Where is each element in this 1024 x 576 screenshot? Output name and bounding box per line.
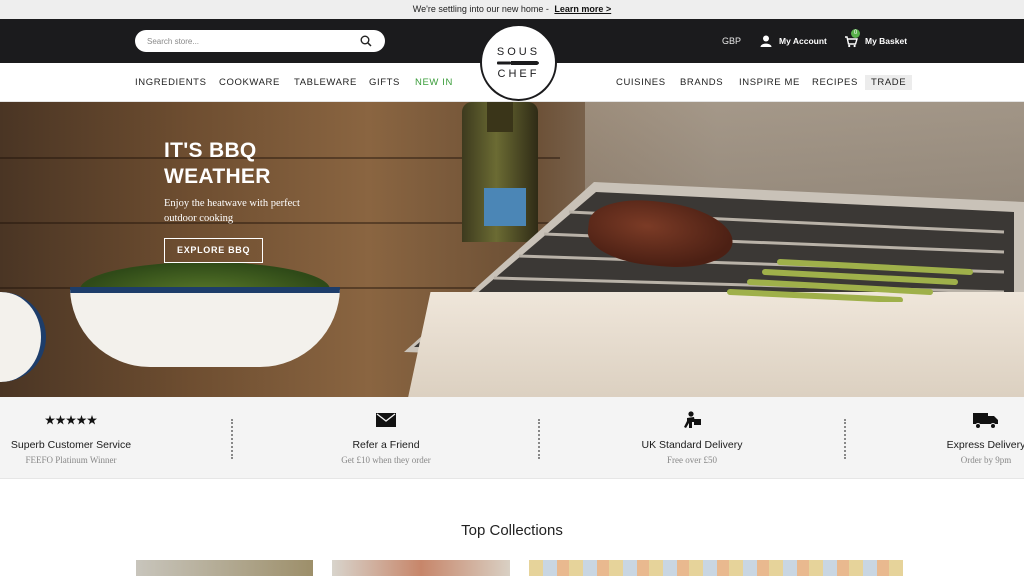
collection-tile[interactable] [332, 560, 510, 576]
nav-ingredients[interactable]: INGREDIENTS [135, 77, 207, 88]
currency-selector[interactable]: GBP [722, 36, 741, 46]
basket-count-badge: 0 [851, 29, 860, 38]
side-bowl-image [0, 292, 46, 382]
five-stars-icon [45, 415, 97, 425]
usp-subtitle: Get £10 when they order [341, 455, 431, 465]
my-account-label: My Account [779, 36, 827, 46]
usp-title: Superb Customer Service [10, 439, 132, 451]
my-account-link[interactable]: My Account [760, 33, 827, 49]
nav-brands[interactable]: BRANDS [680, 77, 723, 88]
nav-new-in[interactable]: NEW IN [415, 77, 453, 88]
collection-tile[interactable] [136, 560, 313, 576]
my-basket-label: My Basket [865, 36, 908, 46]
learn-more-link[interactable]: Learn more > [554, 4, 611, 14]
nav-recipes[interactable]: RECIPES [812, 77, 858, 88]
usp-refer-friend[interactable]: Refer a Friend Get £10 when they order [306, 411, 466, 465]
nav-gifts[interactable]: GIFTS [369, 77, 400, 88]
top-collections-heading: Top Collections [461, 522, 563, 539]
usp-uk-standard-delivery[interactable]: UK Standard Delivery Free over £50 [612, 411, 772, 465]
usp-title: UK Standard Delivery [641, 439, 743, 451]
usp-subtitle: FEEFO Platinum Winner [25, 455, 117, 465]
usp-subtitle: Order by 9pm [960, 455, 1012, 465]
search-bar[interactable] [135, 30, 385, 52]
nav-trade[interactable]: TRADE [865, 75, 913, 90]
hero-title: IT'S BBQ WEATHER [164, 139, 271, 188]
nav-tableware[interactable]: TABLEWARE [294, 77, 357, 88]
hero-banner[interactable]: IT'S BBQ WEATHER Enjoy the heatwave with… [0, 102, 1024, 397]
nav-cookware[interactable]: COOKWARE [219, 77, 280, 88]
usp-divider [538, 419, 540, 459]
logo-line-1: SOUS [496, 46, 541, 58]
search-input[interactable] [147, 34, 347, 48]
sous-chef-logo[interactable]: SOUS CHEF [480, 24, 557, 101]
my-basket-link[interactable]: 0 My Basket [844, 29, 908, 50]
search-icon[interactable] [360, 35, 372, 47]
delivery-truck-icon [973, 413, 998, 429]
usp-express-delivery[interactable]: Express Delivery Order by 9pm [906, 411, 1024, 465]
envelope-icon [376, 413, 396, 427]
usp-customer-service[interactable]: Superb Customer Service FEEFO Platinum W… [0, 411, 151, 465]
enamel-bowl-image [70, 287, 340, 367]
knife-logo-icon [497, 61, 539, 65]
usp-title: Refer a Friend [352, 439, 420, 451]
announcement-text: We're settling into our new home - [412, 4, 549, 14]
usp-divider [844, 419, 846, 459]
nav-inspire-me[interactable]: INSPIRE ME [739, 77, 800, 88]
hero-subtitle: Enjoy the heatwave with perfect outdoor … [164, 198, 300, 224]
nav-cuisines[interactable]: CUISINES [616, 77, 666, 88]
delivery-person-icon [684, 411, 701, 428]
bbq-grill-body [405, 292, 1024, 397]
hero-content: IT'S BBQ WEATHER Enjoy the heatwave with… [164, 138, 364, 263]
logo-line-2: CHEF [497, 68, 540, 80]
usp-title: Express Delivery [946, 439, 1024, 451]
collection-tile[interactable] [529, 560, 903, 576]
user-icon [760, 35, 772, 47]
usp-subtitle: Free over £50 [667, 455, 717, 465]
explore-bbq-button[interactable]: EXPLORE BBQ [164, 238, 264, 263]
usp-divider [231, 419, 233, 459]
asparagus-image [727, 259, 973, 302]
usp-strip: Superb Customer Service FEEFO Platinum W… [0, 397, 1024, 479]
announcement-bar: We're settling into our new home - Learn… [0, 0, 1024, 19]
